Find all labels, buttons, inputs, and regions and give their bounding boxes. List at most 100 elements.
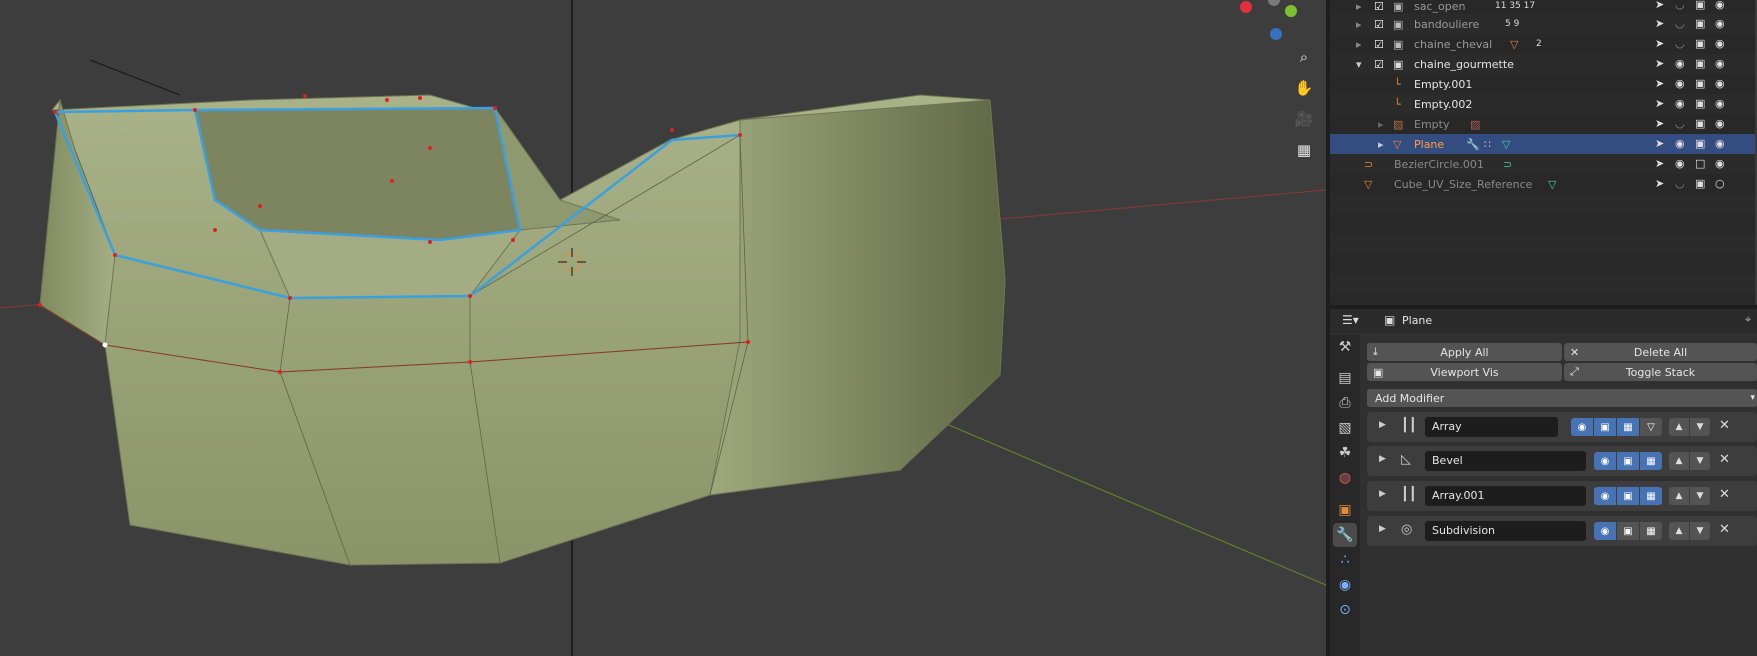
render-toggle-icon[interactable]: ◉ xyxy=(1594,452,1616,470)
outliner-row[interactable]: ▸ ☑ ▣ bandouliere 5 9 xyxy=(1330,14,1757,34)
outliner-label[interactable]: sac_open xyxy=(1414,0,1465,13)
expand-arrow-icon[interactable]: ▸ xyxy=(1356,18,1362,31)
tool-tab-icon[interactable]: ⚒ xyxy=(1333,335,1357,359)
outliner-row[interactable]: ▽ Cube_UV_Size_Reference ▽ xyxy=(1330,174,1757,194)
outliner-row[interactable]: ▸ ☑ ▣ chaine_cheval ▽ 2 xyxy=(1330,34,1757,54)
remove-modifier-icon[interactable]: ✕ xyxy=(1719,452,1730,467)
monitor-icon[interactable]: ▣ xyxy=(1695,17,1705,30)
monitor-icon[interactable]: ▣ xyxy=(1695,37,1705,50)
outliner-label[interactable]: Empty.002 xyxy=(1414,98,1472,111)
realtime-toggle-icon[interactable]: ▣ xyxy=(1594,418,1616,436)
expand-arrow-icon[interactable]: ▸ xyxy=(1356,0,1362,13)
remove-modifier-icon[interactable]: ✕ xyxy=(1719,522,1730,537)
outliner-row-selected[interactable]: ▸ ▽ Plane 🔧 ∷ ▽ xyxy=(1330,134,1757,154)
monitor-icon[interactable]: ▣ xyxy=(1695,97,1705,110)
zoom-icon[interactable]: ⌕ xyxy=(1291,44,1317,70)
constraints-tab-icon[interactable]: ⊙ xyxy=(1333,598,1357,622)
render-camera-icon[interactable]: ◉ xyxy=(1715,97,1725,110)
monitor-icon[interactable]: ▣ xyxy=(1695,77,1705,90)
editmode-toggle-icon[interactable]: ▦ xyxy=(1640,522,1662,540)
render-toggle-icon[interactable]: ◉ xyxy=(1571,418,1593,436)
checkbox-icon[interactable]: ☑ xyxy=(1374,58,1384,71)
render-camera-icon[interactable]: ◉ xyxy=(1715,37,1725,50)
monitor-icon[interactable]: ▣ xyxy=(1695,57,1705,70)
expand-arrow-icon[interactable]: ▶ xyxy=(1379,524,1386,534)
select-arrow-icon[interactable]: ➤ xyxy=(1655,77,1664,90)
monitor-icon[interactable]: ▣ xyxy=(1695,117,1705,130)
eye-icon[interactable]: ◉ xyxy=(1675,157,1685,170)
eye-icon[interactable]: ◉ xyxy=(1675,137,1685,150)
editor-type-icon[interactable]: ☰▾ xyxy=(1342,313,1359,327)
object-tab-icon[interactable]: ▣ xyxy=(1333,498,1357,522)
move-up-icon[interactable]: ▲ xyxy=(1669,487,1689,505)
modifier-name-field[interactable]: Array.001 xyxy=(1425,486,1586,506)
select-arrow-icon[interactable]: ➤ xyxy=(1655,137,1664,150)
select-arrow-icon[interactable]: ➤ xyxy=(1655,17,1664,30)
select-arrow-icon[interactable]: ➤ xyxy=(1655,117,1664,130)
monitor-icon[interactable]: ▣ xyxy=(1695,177,1705,190)
monitor-icon[interactable]: ▣ xyxy=(1695,137,1705,150)
move-up-icon[interactable]: ▲ xyxy=(1669,418,1689,436)
modifier-panel-subdivision[interactable]: ▶ ◎ Subdivision ◉ ▣ ▦ ▲ ▼ ✕ xyxy=(1367,516,1757,546)
monitor-icon[interactable]: ▣ xyxy=(1695,0,1705,11)
outliner-label[interactable]: Cube_UV_Size_Reference xyxy=(1394,178,1532,191)
monitor-icon[interactable]: □ xyxy=(1695,157,1705,170)
world-tab-icon[interactable]: ◍ xyxy=(1333,466,1357,490)
outliner-row[interactable]: └ Empty.002 xyxy=(1330,94,1757,114)
editmode-toggle-icon[interactable]: ▦ xyxy=(1617,418,1639,436)
outliner-label[interactable]: bandouliere xyxy=(1414,18,1479,31)
outliner[interactable]: ▸ ☑ ▣ sac_open 11 35 17 ▸ ☑ ▣ bandoulier… xyxy=(1330,0,1757,305)
outliner-label[interactable]: Empty.001 xyxy=(1414,78,1472,91)
move-down-icon[interactable]: ▼ xyxy=(1690,452,1710,470)
render-camera-icon[interactable]: ◉ xyxy=(1715,77,1725,90)
realtime-toggle-icon[interactable]: ▣ xyxy=(1617,522,1639,540)
outliner-label[interactable]: chaine_cheval xyxy=(1414,38,1492,51)
modifier-panel-bevel[interactable]: ▶ ◺ Bevel ◉ ▣ ▦ ▲ ▼ ✕ xyxy=(1367,446,1757,476)
eye-icon[interactable]: ◉ xyxy=(1675,77,1685,90)
3d-viewport[interactable]: ⌕ ✋ 🎥 ▦ xyxy=(0,0,1326,656)
on-cage-toggle-icon[interactable]: ▽ xyxy=(1640,418,1662,436)
checkbox-icon[interactable]: ☑ xyxy=(1374,38,1384,51)
realtime-toggle-icon[interactable]: ▣ xyxy=(1617,487,1639,505)
render-camera-icon[interactable]: ◉ xyxy=(1715,137,1725,150)
editmode-toggle-icon[interactable]: ▦ xyxy=(1640,452,1662,470)
pan-hand-icon[interactable]: ✋ xyxy=(1291,75,1317,101)
remove-modifier-icon[interactable]: ✕ xyxy=(1719,487,1730,502)
expand-arrow-icon[interactable]: ▸ xyxy=(1378,138,1384,151)
select-arrow-icon[interactable]: ➤ xyxy=(1655,97,1664,110)
expand-arrow-icon[interactable]: ▸ xyxy=(1378,118,1384,131)
apply-all-button[interactable]: ⤓ Apply All xyxy=(1367,343,1562,361)
move-up-icon[interactable]: ▲ xyxy=(1669,452,1689,470)
select-arrow-icon[interactable]: ➤ xyxy=(1655,177,1664,190)
move-down-icon[interactable]: ▼ xyxy=(1690,522,1710,540)
outliner-label[interactable]: chaine_gourmette xyxy=(1414,58,1514,71)
render-camera-icon[interactable]: ◉ xyxy=(1715,57,1725,70)
expand-arrow-icon[interactable]: ▸ xyxy=(1356,38,1362,51)
eye-icon[interactable]: ◉ xyxy=(1675,57,1685,70)
ortho-grid-icon[interactable]: ▦ xyxy=(1291,137,1317,163)
move-down-icon[interactable]: ▼ xyxy=(1690,487,1710,505)
remove-modifier-icon[interactable]: ✕ xyxy=(1719,418,1730,433)
toggle-stack-button[interactable]: ⤢ Toggle Stack xyxy=(1564,363,1757,381)
realtime-toggle-icon[interactable]: ▣ xyxy=(1617,452,1639,470)
checkbox-icon[interactable]: ☑ xyxy=(1374,0,1384,13)
outliner-label[interactable]: BezierCircle.001 xyxy=(1394,158,1484,171)
scene-tab-icon[interactable]: ☘ xyxy=(1333,441,1357,465)
camera-view-icon[interactable]: 🎥 xyxy=(1291,106,1317,132)
move-down-icon[interactable]: ▼ xyxy=(1690,418,1710,436)
viewport-vis-button[interactable]: ▣ Viewport Vis xyxy=(1367,363,1562,381)
modifier-wrench-tab-icon[interactable]: 🔧 xyxy=(1333,523,1357,547)
expand-arrow-icon[interactable]: ▶ xyxy=(1379,489,1386,499)
modifier-name-field[interactable]: Array xyxy=(1425,417,1558,437)
outliner-row[interactable]: ⊃ BezierCircle.001 ⊃ xyxy=(1330,154,1757,174)
physics-tab-icon[interactable]: ◉ xyxy=(1333,573,1357,597)
outliner-row[interactable]: └ Empty.001 xyxy=(1330,74,1757,94)
hidden-icon[interactable]: ◡ xyxy=(1675,177,1685,190)
render-camera-icon[interactable]: ◉ xyxy=(1715,0,1725,11)
modifier-panel-array[interactable]: ▶ ┃┃ Array ◉ ▣ ▦ ▽ ▲ ▼ ✕ xyxy=(1367,412,1757,442)
pin-icon[interactable]: ⌖ xyxy=(1745,313,1751,327)
render-camera-icon[interactable]: ○ xyxy=(1715,177,1725,190)
hidden-icon[interactable]: ◡ xyxy=(1675,0,1685,11)
delete-all-button[interactable]: ✕ Delete All xyxy=(1564,343,1757,361)
modifier-name-field[interactable]: Bevel xyxy=(1425,451,1586,471)
